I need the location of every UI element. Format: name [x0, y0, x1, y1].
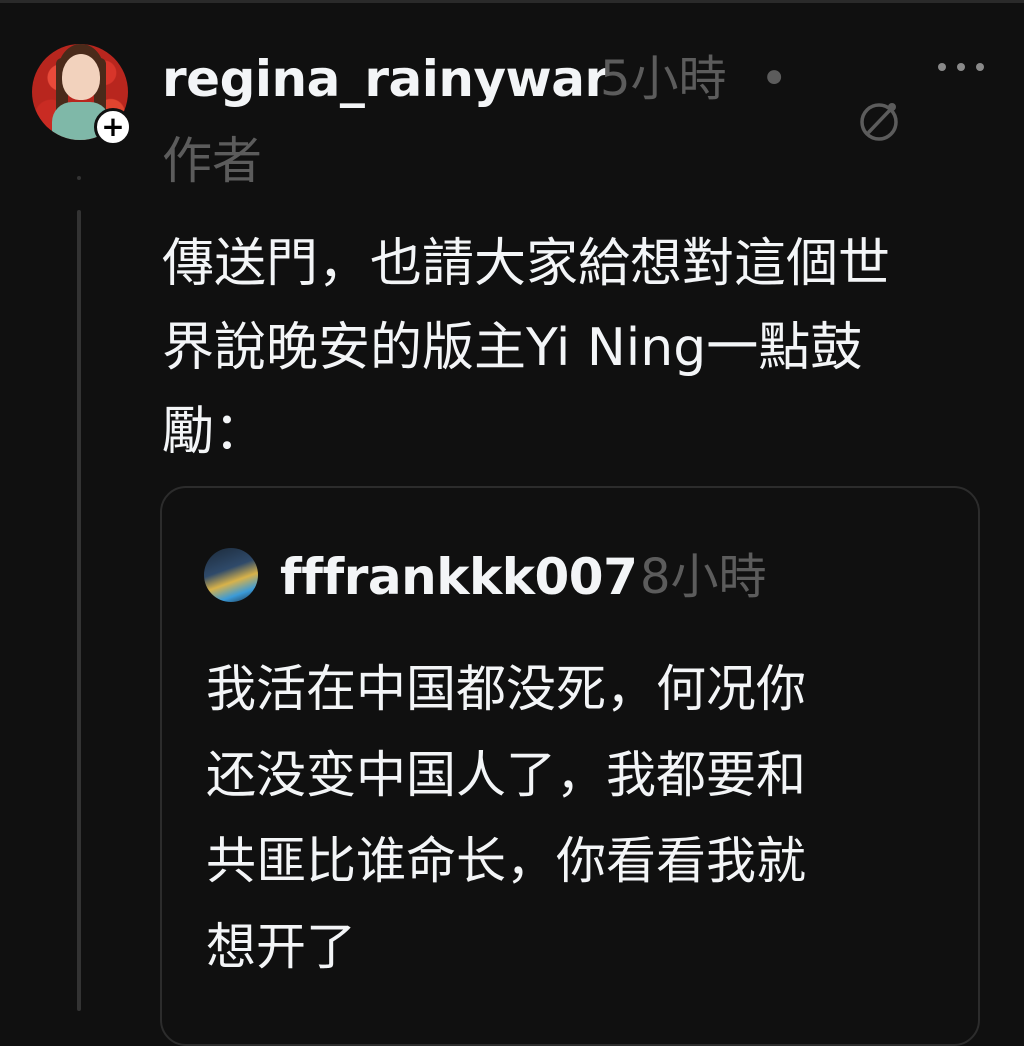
top-divider [0, 0, 1024, 3]
post-body: 傳送門，也請大家給想對這個世 界說晚安的版主Yi Ning一點鼓 勵： [162, 222, 982, 474]
post-username[interactable]: regina_rainywar [162, 48, 609, 110]
author-avatar-container[interactable]: + [32, 44, 132, 146]
quoted-line: 共匪比谁命长，你看看我就 [206, 832, 806, 890]
follow-plus-icon[interactable]: + [94, 108, 132, 146]
quoted-body: 我活在中国都没死，何况你 还没变中国人了，我都要和 共匪比谁命长，你看看我就 想… [206, 646, 966, 990]
more-options-icon[interactable] [938, 52, 984, 82]
author-badge: 作者 [162, 132, 262, 190]
post-line: 勵： [162, 402, 267, 462]
quoted-line: 我活在中国都没死，何况你 [206, 660, 806, 718]
thread-dot [77, 176, 81, 180]
meta-separator: • [760, 51, 789, 107]
thread-line [77, 210, 81, 1011]
quoted-username[interactable]: fffrankkk007 [280, 546, 638, 608]
post-timestamp: 5小時 [600, 51, 727, 107]
post-line: 傳送門，也請大家給想對這個世 [162, 234, 891, 294]
post-line: 界說晚安的版主Yi Ning一點鼓 [162, 318, 863, 378]
quoted-timestamp: 8小時 [640, 549, 767, 605]
translate-icon[interactable] [856, 98, 902, 144]
quoted-avatar[interactable] [204, 548, 258, 602]
quoted-line: 想开了 [206, 918, 356, 976]
quoted-line: 还没变中国人了，我都要和 [206, 746, 806, 804]
quoted-post-card[interactable]: fffrankkk007 8小時 我活在中国都没死，何况你 还没变中国人了，我都… [160, 486, 980, 1046]
